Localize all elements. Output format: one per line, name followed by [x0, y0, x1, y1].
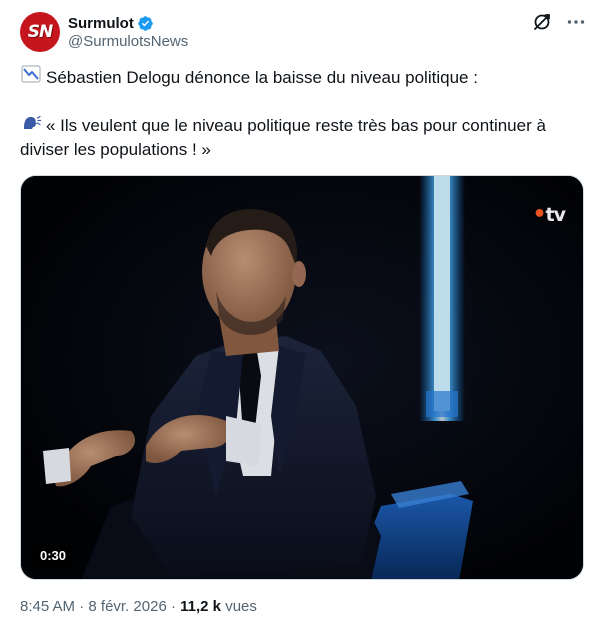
author-display-name[interactable]: Surmulot: [68, 15, 134, 32]
tweet-line-1: Sébastien Delogu dénonce la baisse du ni…: [20, 64, 588, 90]
video-thumbnail: [21, 176, 583, 579]
grok-icon[interactable]: [532, 12, 552, 32]
avatar[interactable]: SN: [20, 12, 60, 52]
video-player[interactable]: •tv 0:30: [20, 175, 584, 580]
views-count[interactable]: 11,2 k: [180, 598, 221, 615]
tweet-card[interactable]: SN Surmulot @SurmulotsNews Sébastien Del…: [0, 0, 604, 622]
tweet-line-2: « Ils veulent que le niveau politique re…: [20, 112, 588, 162]
channel-logo-text: tv: [545, 204, 566, 226]
verified-badge-icon[interactable]: [137, 15, 154, 32]
more-options-icon[interactable]: [566, 12, 586, 32]
speaking-head-icon: [24, 115, 42, 129]
author-handle[interactable]: @SurmulotsNews: [68, 33, 188, 50]
channel-logo: •tv: [532, 202, 566, 227]
author-name-row[interactable]: Surmulot: [68, 13, 154, 33]
tweet-metadata: 8:45 AM · 8 févr. 2026 · 11,2 k vues: [20, 598, 257, 615]
meta-separator: ·: [166, 598, 181, 615]
views-label: vues: [221, 598, 257, 615]
tweet-text: Sébastien Delogu dénonce la baisse du ni…: [20, 64, 588, 162]
tweet-date[interactable]: 8 févr. 2026: [88, 598, 166, 615]
tweet-line-2-text: « Ils veulent que le niveau politique re…: [20, 116, 546, 159]
tweet-actions-top: [532, 12, 586, 32]
channel-logo-dot: •: [532, 202, 546, 227]
tweet-line-1-text: Sébastien Delogu dénonce la baisse du ni…: [46, 68, 478, 87]
video-duration-badge: 0:30: [33, 545, 74, 567]
avatar-text: SN: [27, 22, 54, 42]
meta-separator: ·: [75, 598, 89, 615]
tweet-time[interactable]: 8:45 AM: [20, 598, 75, 615]
chart-decreasing-icon: [21, 65, 41, 83]
